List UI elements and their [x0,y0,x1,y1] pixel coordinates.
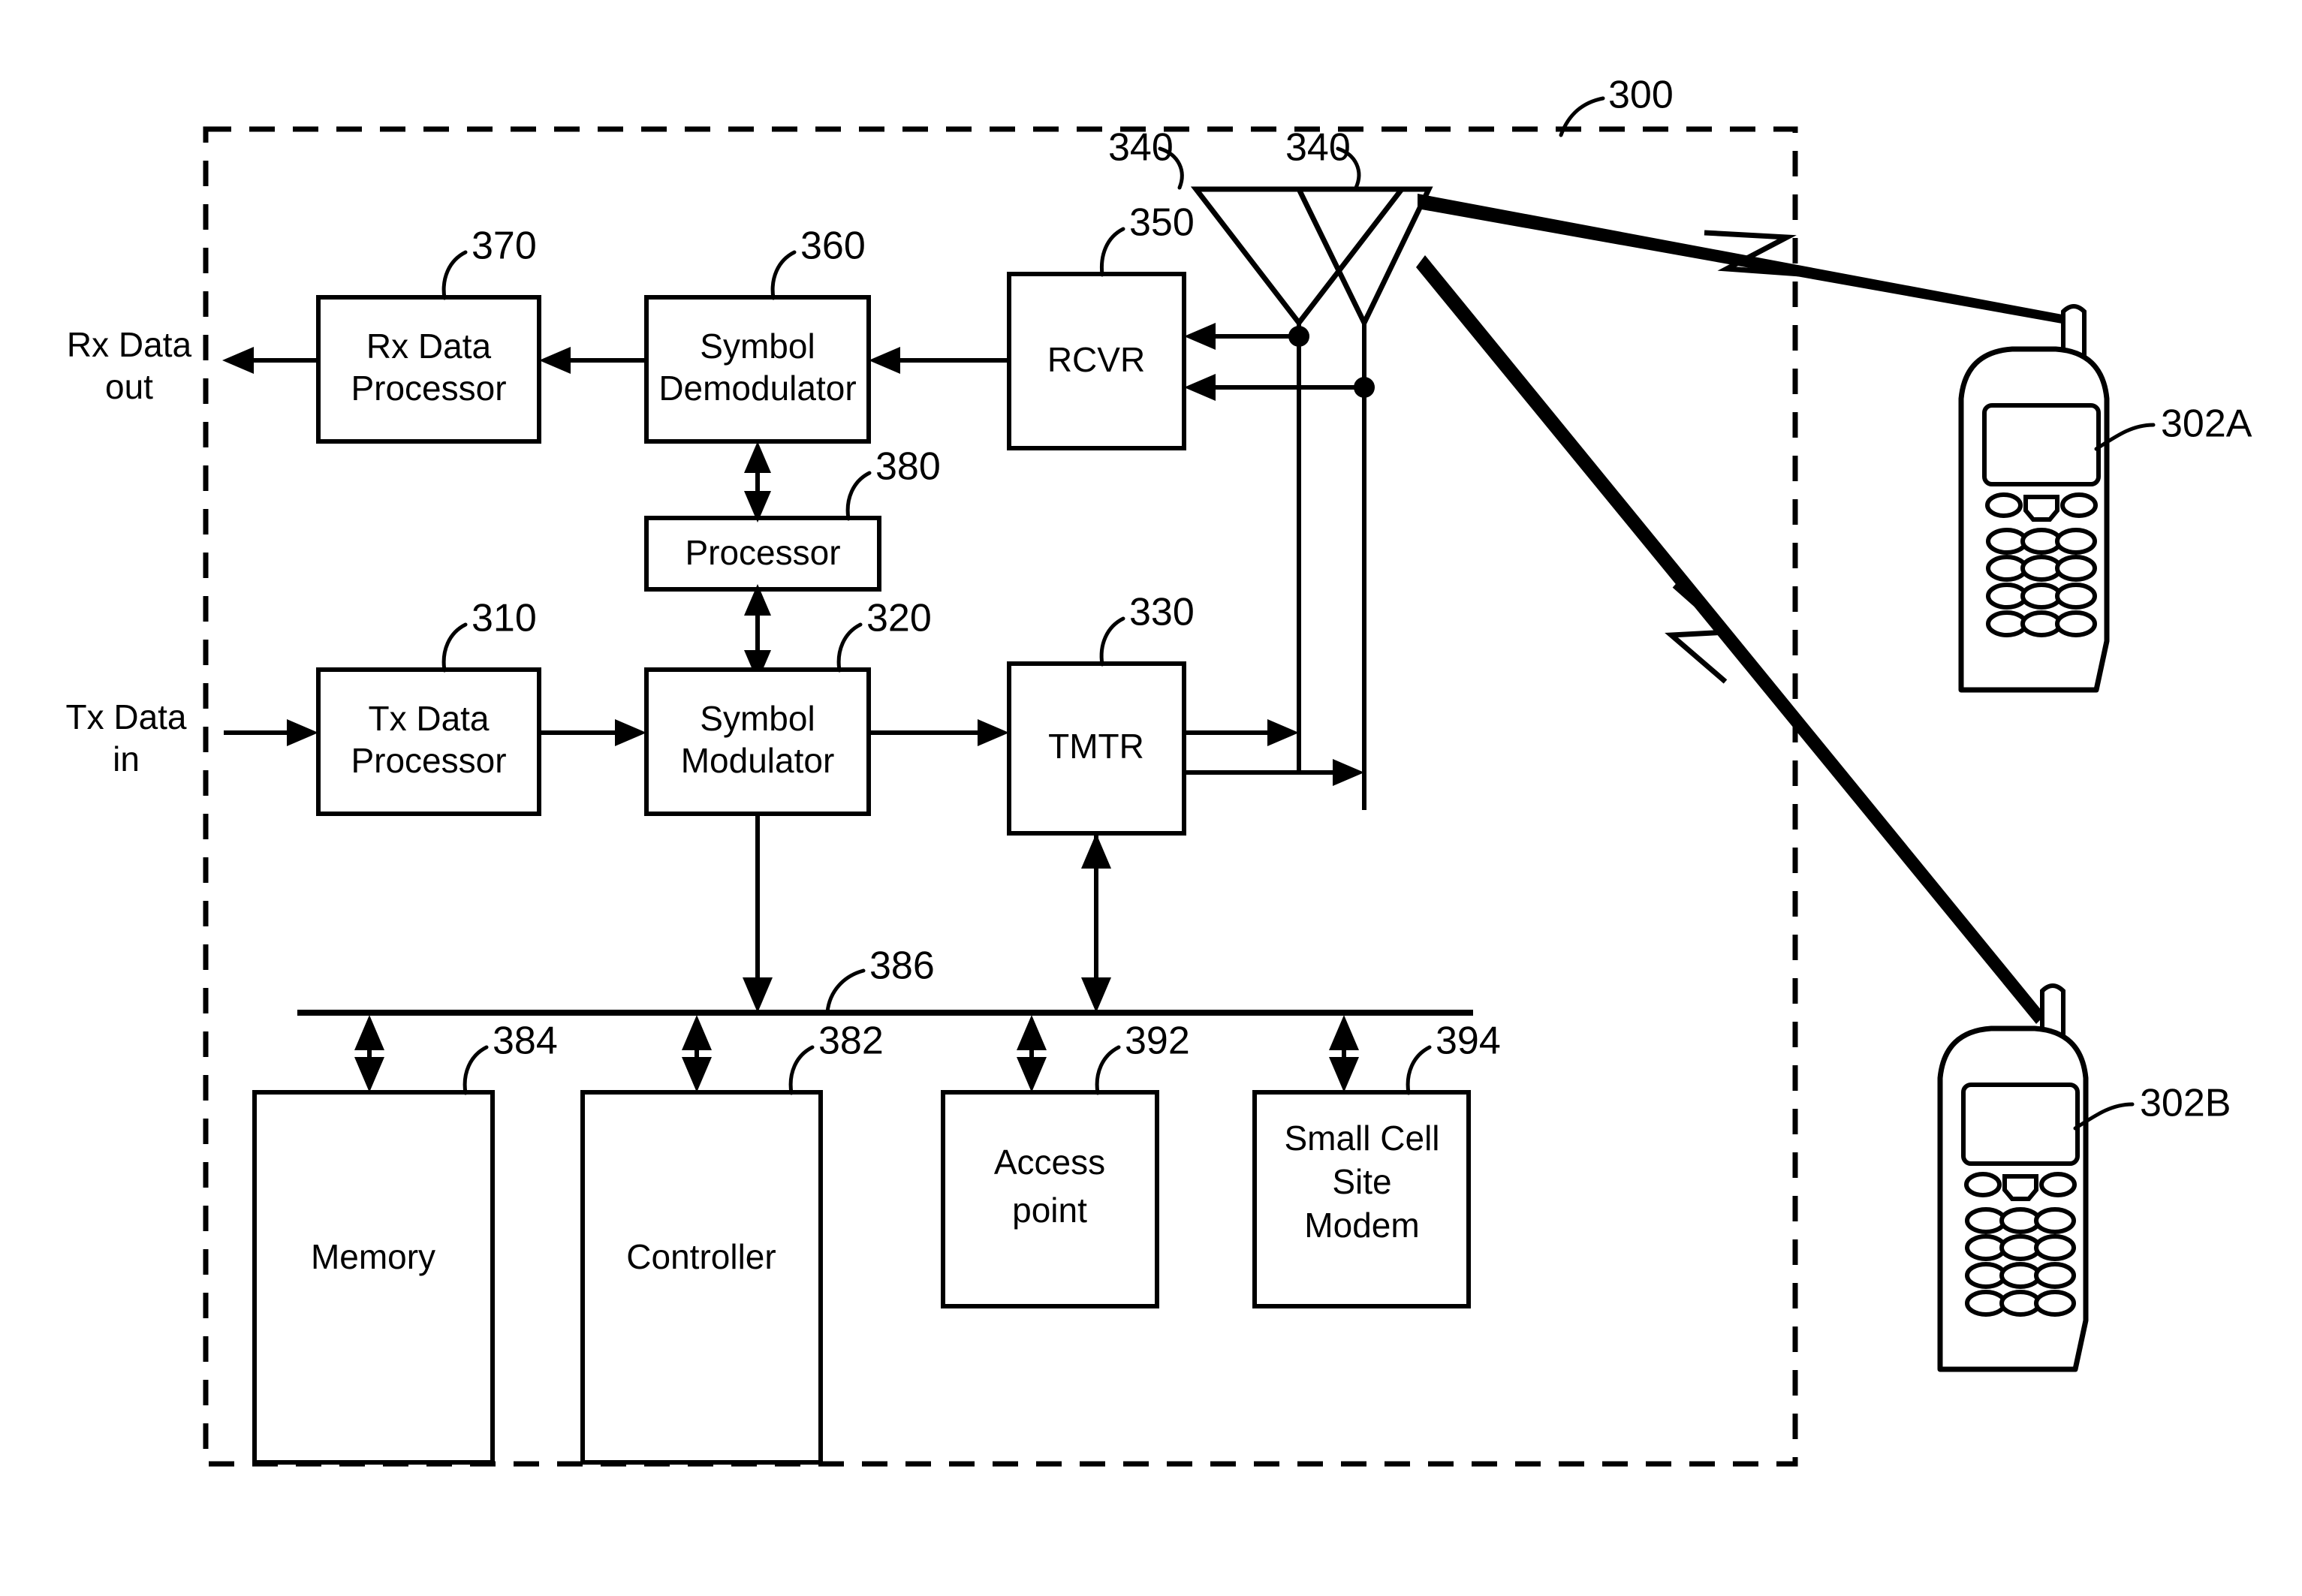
block-access-point-label-1: Access [994,1143,1105,1182]
wire-tmtr-to-bus [1081,833,1111,1013]
wire-antenna-right-to-rcvr [1184,374,1375,401]
rf-beam-to-terminal-b [1416,255,2045,1024]
block-controller-label: Controller [626,1237,776,1276]
block-symbol-modulator-label-1: Symbol [700,699,815,738]
leader-line-384 [463,1045,489,1095]
wire-symbol-modulator-to-bus [743,814,773,1013]
block-tx-data-processor-label-1: Tx Data [368,699,489,738]
io-label-tx-data-in-line2: in [113,739,140,778]
ref-number-302B: 302B [2140,1082,2231,1125]
ref-number-392: 392 [1125,1019,1190,1063]
block-rx-data-processor-label-1: Rx Data [366,327,492,366]
io-label-rx-data-out-line2: out [105,367,153,406]
ref-number-330: 330 [1129,591,1195,634]
leader-line-382 [788,1045,815,1095]
ref-number-320: 320 [866,597,932,640]
ref-number-382: 382 [818,1019,884,1063]
wire-tmtr-to-antenna-left [1184,719,1299,746]
block-small-cell-site-modem-label-2: Site [1332,1162,1391,1201]
wire-tx-data-processor-to-symbol-modulator [539,719,646,746]
wire-processor-to-symbol-modulator [744,584,771,682]
wire-access-point-to-bus [1017,1015,1047,1092]
wire-controller-to-bus [682,1015,712,1092]
wire-processor-to-symbol-demodulator [744,441,771,522]
leader-line-320 [836,622,863,673]
ref-number-302A: 302A [2161,402,2252,446]
ref-number-350: 350 [1129,201,1195,245]
ref-number-394: 394 [1436,1019,1501,1063]
ref-number-386: 386 [869,944,935,988]
terminal-a[interactable] [1958,304,2110,693]
ref-number-380: 380 [875,445,941,489]
block-rx-data-processor-label-2: Processor [351,369,506,408]
leader-line-350 [1099,227,1125,277]
block-symbol-demodulator-label-2: Demodulator [658,369,856,408]
wire-antenna-left-to-rcvr [1184,323,1309,350]
ref-number-340-right: 340 [1285,126,1351,170]
block-small-cell-site-modem-label-3: Modem [1304,1206,1419,1245]
terminal-b[interactable] [1937,983,2089,1372]
leader-line-370 [441,250,468,300]
rf-beam-to-terminal-a [1418,194,2066,324]
wire-rx-data-out [222,347,318,374]
ref-number-340-left: 340 [1108,126,1174,170]
leader-line-330 [1099,616,1125,667]
ref-number-310: 310 [472,597,537,640]
block-symbol-modulator-label-2: Modulator [681,741,835,780]
leader-line-392 [1095,1045,1121,1095]
io-label-rx-data-out-line1: Rx Data [67,325,192,364]
io-label-tx-data-in-line1: Tx Data [65,697,186,736]
leader-line-310 [441,622,468,673]
leader-line-380 [845,471,872,521]
ref-number-384: 384 [493,1019,558,1063]
wire-small-cell-site-modem-to-bus [1329,1015,1359,1092]
block-rcvr-label: RCVR [1047,340,1145,379]
block-diagram-svg: 300 340 340 RCVR 350 Symbol Demodulator … [65,74,2252,1467]
patent-figure-canvas: 300 340 340 RCVR 350 Symbol Demodulator … [0,0,2302,1596]
block-access-point-label-2: point [1012,1191,1087,1230]
block-symbol-demodulator-label-1: Symbol [700,327,815,366]
wire-tx-data-in [224,719,318,746]
block-small-cell-site-modem-label-1: Small Cell [1284,1119,1439,1158]
wire-rcvr-to-symbol-demodulator [869,347,1009,374]
block-memory-label: Memory [311,1237,435,1276]
ref-number-360: 360 [800,224,866,268]
wire-memory-to-bus [354,1015,384,1092]
leader-line-394 [1406,1045,1432,1095]
antenna-left [1190,186,1408,770]
antenna-right [1294,186,1433,810]
leader-line-386 [825,968,866,1014]
wire-symbol-modulator-to-tmtr [869,719,1009,746]
leader-line-360 [770,250,797,300]
wire-symbol-demodulator-to-rx-data-processor [539,347,646,374]
block-controller[interactable] [580,1090,823,1465]
ref-number-370: 370 [472,224,537,268]
ref-number-300: 300 [1608,74,1674,117]
wire-tmtr-to-antenna-right [1184,759,1364,786]
block-tmtr-label: TMTR [1048,727,1144,766]
block-tx-data-processor-label-2: Processor [351,741,506,780]
block-processor-label: Processor [685,533,840,572]
block-memory[interactable] [252,1090,495,1465]
